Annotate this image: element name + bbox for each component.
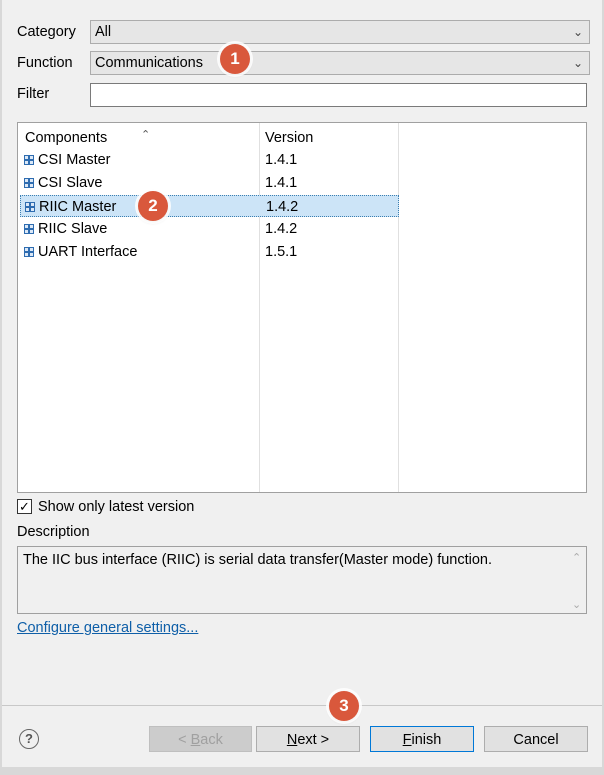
sort-ascending-icon: ⌃ xyxy=(141,129,151,141)
finish-button-mnemonic: F xyxy=(402,732,412,748)
step-badge-1: 1 xyxy=(220,44,250,74)
category-dropdown[interactable]: All ⌄ xyxy=(90,20,590,44)
configure-general-settings-link[interactable]: Configure general settings... xyxy=(17,620,198,636)
description-label: Description xyxy=(17,524,90,540)
component-version: 1.4.1 xyxy=(265,175,298,191)
next-button-rest: ext > xyxy=(297,732,330,748)
next-button[interactable]: Next > xyxy=(256,726,360,752)
column-header-components[interactable]: Components ⌃ xyxy=(25,128,150,148)
checkmark-icon: ✓ xyxy=(19,499,30,514)
description-text: The IIC bus interface (RIIC) is serial d… xyxy=(23,552,493,568)
step-badge-2: 2 xyxy=(138,191,168,221)
component-name: RIIC Master xyxy=(39,199,117,215)
component-name: CSI Master xyxy=(38,152,111,168)
window-frame-left xyxy=(0,0,2,775)
back-button-rest: ack xyxy=(200,732,223,748)
scroll-down-icon[interactable]: ⌄ xyxy=(572,598,581,611)
components-table: Components ⌃ Version CSI Master 1.4.1 CS… xyxy=(17,122,587,493)
function-dropdown[interactable]: Communications ⌄ xyxy=(90,51,590,75)
category-value: All xyxy=(95,24,112,40)
help-icon[interactable]: ? xyxy=(19,729,39,749)
show-latest-checkbox[interactable]: ✓ xyxy=(17,499,32,514)
component-name: RIIC Slave xyxy=(38,221,108,237)
description-scrollbar[interactable]: ⌃ ⌄ xyxy=(568,547,586,613)
component-name: UART Interface xyxy=(38,244,138,260)
back-button-mnemonic: B xyxy=(190,732,201,748)
table-row[interactable]: CSI Master 1.4.1 xyxy=(18,149,398,171)
plus-square-icon xyxy=(24,224,34,234)
filter-label: Filter xyxy=(17,86,50,102)
finish-button[interactable]: Finish xyxy=(370,726,474,752)
finish-button-rest: inish xyxy=(411,732,442,748)
function-label: Function xyxy=(17,55,73,71)
category-label: Category xyxy=(17,24,76,40)
component-version: 1.4.2 xyxy=(265,221,298,237)
cancel-button[interactable]: Cancel xyxy=(484,726,588,752)
table-row[interactable]: UART Interface 1.5.1 xyxy=(18,241,398,263)
table-row[interactable]: CSI Slave 1.4.1 xyxy=(18,172,398,194)
plus-square-icon xyxy=(24,155,34,165)
component-version: 1.4.1 xyxy=(265,152,298,168)
chevron-down-icon: ⌄ xyxy=(572,56,583,70)
chevron-down-icon: ⌄ xyxy=(572,25,583,39)
plus-square-icon xyxy=(25,202,35,212)
component-name: CSI Slave xyxy=(38,175,103,191)
show-latest-label[interactable]: Show only latest version xyxy=(38,495,194,519)
column-divider xyxy=(398,123,399,492)
plus-square-icon xyxy=(24,178,34,188)
background-window-edge xyxy=(0,767,604,775)
column-header-version[interactable]: Version xyxy=(265,128,313,148)
description-box: The IIC bus interface (RIIC) is serial d… xyxy=(17,546,587,614)
column-header-components-label: Components xyxy=(25,130,108,146)
back-button-prefix: < xyxy=(178,732,191,748)
component-version: 1.4.2 xyxy=(266,199,299,215)
back-button[interactable]: < Back xyxy=(149,726,252,752)
step-badge-3: 3 xyxy=(329,691,359,721)
function-value: Communications xyxy=(95,55,203,71)
filter-input[interactable] xyxy=(90,83,587,107)
table-row[interactable]: RIIC Slave 1.4.2 xyxy=(18,218,398,240)
table-row-selected[interactable]: RIIC Master 1.4.2 xyxy=(20,195,399,217)
button-bar-separator xyxy=(2,705,602,706)
plus-square-icon xyxy=(24,247,34,257)
scroll-up-icon[interactable]: ⌃ xyxy=(572,551,581,564)
next-button-mnemonic: N xyxy=(286,732,298,748)
component-version: 1.5.1 xyxy=(265,244,298,260)
